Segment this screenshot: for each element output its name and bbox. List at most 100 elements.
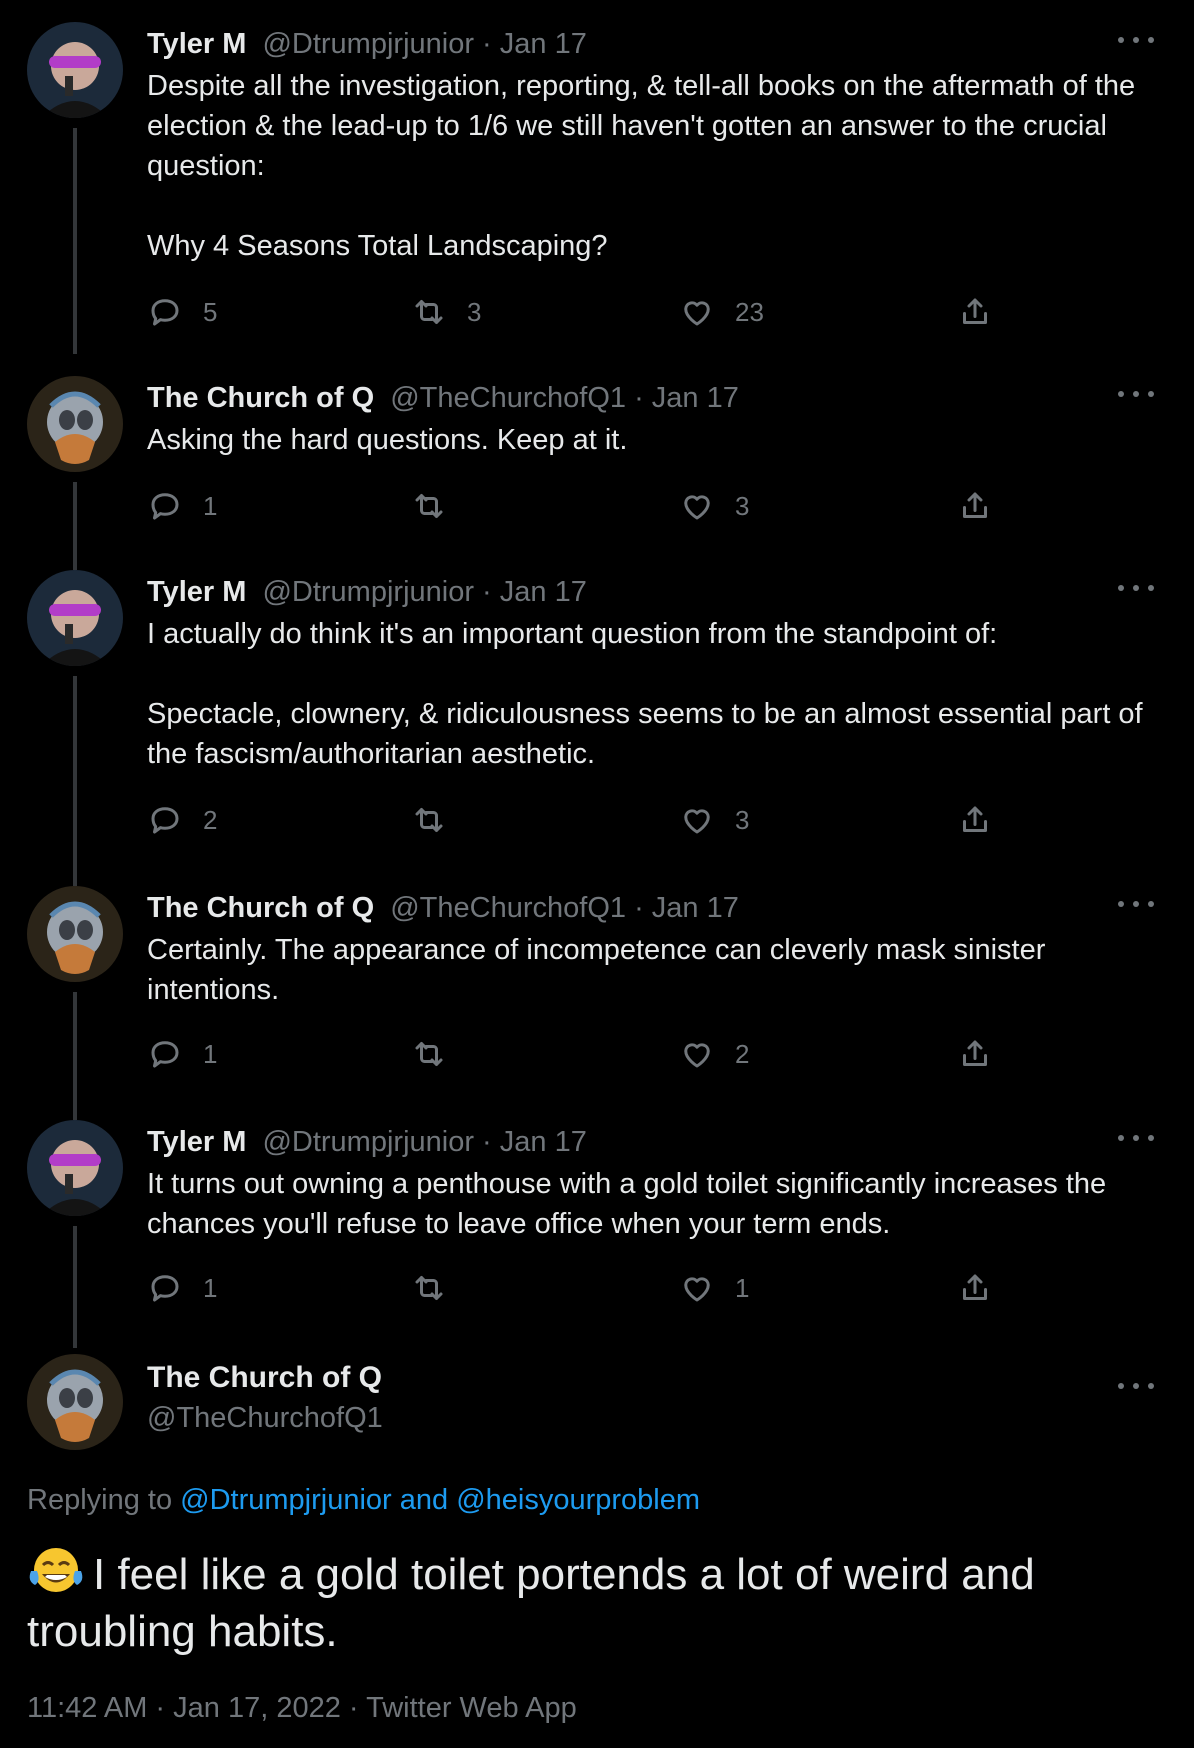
replying-to: Replying to @Dtrumpjrjunior and @heisyou… (27, 1480, 700, 1520)
heart-icon (684, 495, 710, 520)
avatar-tyler-m[interactable] (27, 1120, 123, 1216)
like-button[interactable]: 2 (679, 1032, 749, 1076)
retweet-button[interactable] (411, 1032, 467, 1076)
tweet-header: The Church of Q @TheChurchofQ1 · Jan 17 (147, 380, 1194, 416)
mention-link[interactable]: @Dtrumpjrjunior (180, 1484, 392, 1516)
author-name[interactable]: Tyler M (147, 28, 246, 60)
tweet[interactable]: Tyler M @Dtrumpjrjunior · Jan 17 It turn… (0, 1120, 1194, 1354)
reply-button[interactable]: 2 (147, 798, 217, 842)
tweet-date[interactable]: Jan 17 (652, 892, 739, 924)
tweet-header: The Church of Q @TheChurchofQ1 · Jan 17 (147, 890, 1194, 926)
retweet-button[interactable]: 3 (411, 290, 481, 334)
tweet-date[interactable]: Jan 17 (500, 576, 587, 608)
avatar-church-of-q[interactable] (27, 1354, 123, 1450)
retweet-count: 3 (467, 296, 482, 327)
reply-icon (151, 807, 179, 834)
tweet-text: Asking the hard questions. Keep at it. (147, 424, 628, 456)
retweet-icon (415, 1276, 443, 1300)
separator: · (626, 892, 652, 924)
author-name[interactable]: The Church of Q (147, 382, 374, 414)
more-options-icon[interactable] (1118, 30, 1154, 50)
thread-connector (73, 482, 77, 570)
share-icon (963, 298, 987, 324)
tweet-text: It turns out owning a penthouse with a g… (147, 1168, 1107, 1240)
author-name[interactable]: The Church of Q (147, 1358, 382, 1398)
author-name[interactable]: Tyler M (147, 576, 246, 608)
like-button[interactable]: 1 (679, 1266, 749, 1310)
more-options-icon[interactable] (1118, 1128, 1154, 1148)
reply-count: 2 (203, 804, 218, 835)
reply-button[interactable]: 1 (147, 484, 217, 528)
tweet-header: Tyler M @Dtrumpjrjunior · Jan 17 (147, 1124, 1194, 1160)
tweet-thread: Tyler M @Dtrumpjrjunior · Jan 17 Despite… (0, 0, 1194, 1748)
avatar-tyler-m[interactable] (27, 570, 123, 666)
avatar-tyler-m[interactable] (27, 22, 123, 118)
reply-button[interactable]: 1 (147, 1266, 217, 1310)
share-button[interactable] (957, 1032, 993, 1076)
more-options-icon[interactable] (1118, 578, 1154, 598)
tweet-text: Despite all the investigation, reporting… (147, 70, 1136, 262)
tweet[interactable]: Tyler M @Dtrumpjrjunior · Jan 17 I actua… (0, 570, 1194, 886)
author-handle[interactable]: @Dtrumpjrjunior (262, 28, 474, 60)
more-options-icon[interactable] (1118, 384, 1154, 404)
like-button[interactable]: 3 (679, 798, 749, 842)
tweet[interactable]: The Church of Q @TheChurchofQ1 · Jan 17 … (0, 886, 1194, 1120)
author-name[interactable]: Tyler M (147, 1126, 246, 1158)
share-icon (963, 1274, 987, 1300)
reply-button[interactable]: 5 (147, 290, 217, 334)
author-handle[interactable]: @TheChurchofQ1 (390, 892, 626, 924)
retweet-button[interactable] (411, 798, 467, 842)
reply-count: 1 (203, 490, 218, 521)
mention-link[interactable]: @heisyourproblem (456, 1484, 700, 1516)
retweet-button[interactable] (411, 1266, 467, 1310)
like-button[interactable]: 23 (679, 290, 764, 334)
author-handle[interactable]: @TheChurchofQ1 (390, 382, 626, 414)
share-button[interactable] (957, 1266, 993, 1310)
tweet-date[interactable]: Jan 17 (652, 382, 739, 414)
focused-tweet-text: I feel like a gold toilet portends a lot… (27, 1545, 1157, 1660)
more-options-icon[interactable] (1118, 894, 1154, 914)
tweet-actions: 1 1 (147, 1266, 1007, 1310)
retweet-button[interactable] (411, 484, 467, 528)
like-count: 1 (735, 1272, 750, 1303)
replying-and[interactable]: and (392, 1484, 457, 1516)
author-name[interactable]: The Church of Q (147, 892, 374, 924)
separator: · (626, 382, 652, 414)
avatar-church-of-q[interactable] (27, 886, 123, 982)
reply-button[interactable]: 1 (147, 1032, 217, 1076)
tears-of-joy-emoji (29, 1548, 83, 1592)
author-handle[interactable]: @Dtrumpjrjunior (262, 576, 474, 608)
reply-count: 1 (203, 1272, 218, 1303)
tweet[interactable]: Tyler M @Dtrumpjrjunior · Jan 17 Despite… (0, 22, 1194, 354)
retweet-icon (415, 494, 443, 518)
separator: · (474, 28, 500, 60)
more-options-icon[interactable] (1118, 1376, 1154, 1396)
tweet-header: Tyler M @Dtrumpjrjunior · Jan 17 (147, 574, 1194, 610)
share-icon (963, 492, 987, 518)
like-count: 3 (735, 490, 750, 521)
author-handle[interactable]: @TheChurchofQ1 (147, 1398, 383, 1438)
tweet-actions: 5 3 23 (147, 290, 1007, 334)
tweet-date[interactable]: Jan 17 (500, 1126, 587, 1158)
retweet-icon (415, 300, 443, 324)
thread-connector (73, 992, 77, 1120)
tweet-actions: 1 2 (147, 1032, 1007, 1076)
like-button[interactable]: 3 (679, 484, 749, 528)
reply-icon (151, 299, 179, 326)
tweet-text: Certainly. The appearance of incompetenc… (147, 934, 1046, 1006)
tweet[interactable]: The Church of Q @TheChurchofQ1 · Jan 17 … (0, 376, 1194, 570)
share-button[interactable] (957, 484, 993, 528)
like-count: 23 (735, 296, 764, 327)
tweet-date[interactable]: Jan 17 (500, 28, 587, 60)
author-handle[interactable]: @Dtrumpjrjunior (262, 1126, 474, 1158)
reply-icon (151, 1041, 179, 1068)
thread-connector (73, 1226, 77, 1348)
avatar-church-of-q[interactable] (27, 376, 123, 472)
tweet-text: I actually do think it's an important qu… (147, 618, 1143, 770)
tweet-header: Tyler M @Dtrumpjrjunior · Jan 17 (147, 26, 1194, 62)
tweet-timestamp[interactable]: 11:42 AM · Jan 17, 2022 · Twitter Web Ap… (27, 1688, 577, 1728)
tweet-actions: 2 3 (147, 798, 1007, 842)
share-button[interactable] (957, 290, 993, 334)
share-icon (963, 806, 987, 832)
share-button[interactable] (957, 798, 993, 842)
